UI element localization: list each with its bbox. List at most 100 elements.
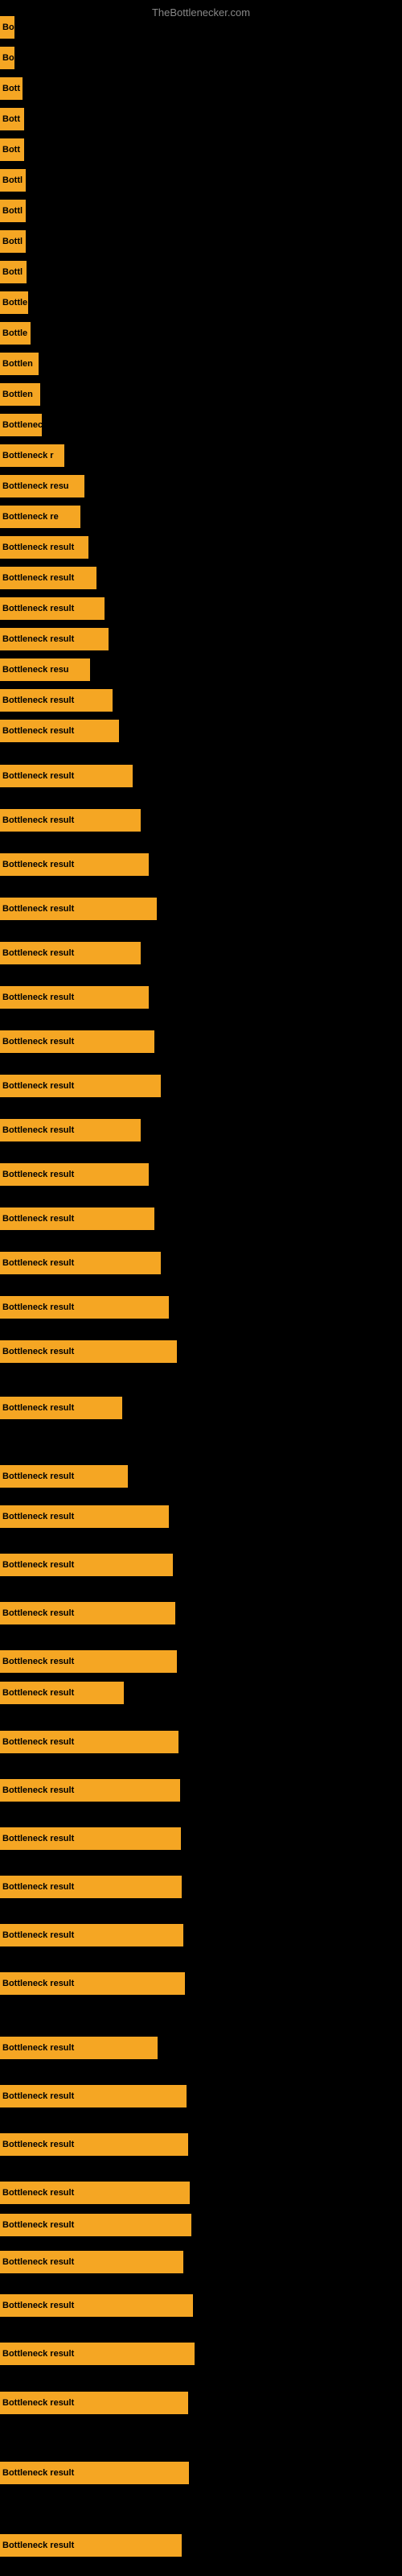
bar-row-11: Bottlen bbox=[0, 353, 39, 375]
bar-label-5: Bottl bbox=[0, 169, 26, 192]
bar-row-10: Bottle bbox=[0, 322, 31, 345]
bar-label-2: Bott bbox=[0, 77, 23, 100]
bar-label-55: Bottleneck result bbox=[0, 2214, 191, 2236]
bar-row-37: Bottleneck result bbox=[0, 1340, 177, 1363]
bar-label-40: Bottleneck result bbox=[0, 1505, 169, 1528]
bar-row-15: Bottleneck resu bbox=[0, 475, 84, 497]
bar-label-54: Bottleneck result bbox=[0, 2182, 190, 2204]
bar-row-8: Bottl bbox=[0, 261, 27, 283]
bar-label-37: Bottleneck result bbox=[0, 1340, 177, 1363]
bar-label-30: Bottleneck result bbox=[0, 1030, 154, 1053]
bar-label-9: Bottle bbox=[0, 291, 28, 314]
bar-row-40: Bottleneck result bbox=[0, 1505, 169, 1528]
bar-row-58: Bottleneck result bbox=[0, 2343, 195, 2365]
bar-label-6: Bottl bbox=[0, 200, 26, 222]
bar-label-50: Bottleneck result bbox=[0, 1972, 185, 1995]
bar-row-24: Bottleneck result bbox=[0, 765, 133, 787]
bar-row-19: Bottleneck result bbox=[0, 597, 105, 620]
bar-label-21: Bottleneck resu bbox=[0, 658, 90, 681]
bar-label-16: Bottleneck re bbox=[0, 506, 80, 528]
bar-label-60: Bottleneck result bbox=[0, 2462, 189, 2484]
bar-label-39: Bottleneck result bbox=[0, 1465, 128, 1488]
bar-row-61: Bottleneck result bbox=[0, 2534, 182, 2557]
bar-label-29: Bottleneck result bbox=[0, 986, 149, 1009]
bar-row-45: Bottleneck result bbox=[0, 1731, 178, 1753]
bar-label-35: Bottleneck result bbox=[0, 1252, 161, 1274]
bar-label-33: Bottleneck result bbox=[0, 1163, 149, 1186]
bar-row-57: Bottleneck result bbox=[0, 2294, 193, 2317]
bar-label-53: Bottleneck result bbox=[0, 2133, 188, 2156]
bar-row-30: Bottleneck result bbox=[0, 1030, 154, 1053]
bar-row-56: Bottleneck result bbox=[0, 2251, 183, 2273]
bar-row-48: Bottleneck result bbox=[0, 1876, 182, 1898]
bar-label-48: Bottleneck result bbox=[0, 1876, 182, 1898]
bar-label-61: Bottleneck result bbox=[0, 2534, 182, 2557]
bar-row-28: Bottleneck result bbox=[0, 942, 141, 964]
bar-row-18: Bottleneck result bbox=[0, 567, 96, 589]
bar-label-10: Bottle bbox=[0, 322, 31, 345]
bar-row-53: Bottleneck result bbox=[0, 2133, 188, 2156]
bar-row-47: Bottleneck result bbox=[0, 1827, 181, 1850]
bar-row-50: Bottleneck result bbox=[0, 1972, 185, 1995]
bar-row-51: Bottleneck result bbox=[0, 2037, 158, 2059]
bar-label-28: Bottleneck result bbox=[0, 942, 141, 964]
bar-label-59: Bottleneck result bbox=[0, 2392, 188, 2414]
bar-row-0: Bo bbox=[0, 16, 14, 39]
bar-label-22: Bottleneck result bbox=[0, 689, 113, 712]
bar-label-43: Bottleneck result bbox=[0, 1650, 177, 1673]
bar-label-0: Bo bbox=[0, 16, 14, 39]
bar-row-44: Bottleneck result bbox=[0, 1682, 124, 1704]
bar-label-38: Bottleneck result bbox=[0, 1397, 122, 1419]
bar-label-24: Bottleneck result bbox=[0, 765, 133, 787]
bar-row-43: Bottleneck result bbox=[0, 1650, 177, 1673]
bar-label-23: Bottleneck result bbox=[0, 720, 119, 742]
bar-row-49: Bottleneck result bbox=[0, 1924, 183, 1946]
bar-label-19: Bottleneck result bbox=[0, 597, 105, 620]
bar-label-46: Bottleneck result bbox=[0, 1779, 180, 1802]
bar-label-13: Bottlenec bbox=[0, 414, 42, 436]
site-title: TheBottlenecker.com bbox=[0, 0, 402, 22]
bar-label-1: Bo bbox=[0, 47, 14, 69]
bar-row-35: Bottleneck result bbox=[0, 1252, 161, 1274]
bar-label-26: Bottleneck result bbox=[0, 853, 149, 876]
bar-label-15: Bottleneck resu bbox=[0, 475, 84, 497]
bar-row-14: Bottleneck r bbox=[0, 444, 64, 467]
bar-row-23: Bottleneck result bbox=[0, 720, 119, 742]
bar-label-56: Bottleneck result bbox=[0, 2251, 183, 2273]
bar-row-1: Bo bbox=[0, 47, 14, 69]
bar-label-47: Bottleneck result bbox=[0, 1827, 181, 1850]
bar-row-13: Bottlenec bbox=[0, 414, 42, 436]
bar-row-9: Bottle bbox=[0, 291, 28, 314]
bar-row-54: Bottleneck result bbox=[0, 2182, 190, 2204]
bar-row-20: Bottleneck result bbox=[0, 628, 109, 650]
bar-row-26: Bottleneck result bbox=[0, 853, 149, 876]
bar-label-27: Bottleneck result bbox=[0, 898, 157, 920]
bar-label-3: Bott bbox=[0, 108, 24, 130]
bar-row-38: Bottleneck result bbox=[0, 1397, 122, 1419]
bar-row-17: Bottleneck result bbox=[0, 536, 88, 559]
bar-row-33: Bottleneck result bbox=[0, 1163, 149, 1186]
bar-row-7: Bottl bbox=[0, 230, 26, 253]
bar-label-12: Bottlen bbox=[0, 383, 40, 406]
bar-label-17: Bottleneck result bbox=[0, 536, 88, 559]
bar-row-34: Bottleneck result bbox=[0, 1208, 154, 1230]
bar-row-4: Bott bbox=[0, 138, 24, 161]
bar-row-29: Bottleneck result bbox=[0, 986, 149, 1009]
bar-label-11: Bottlen bbox=[0, 353, 39, 375]
bar-row-31: Bottleneck result bbox=[0, 1075, 161, 1097]
bar-label-32: Bottleneck result bbox=[0, 1119, 141, 1141]
bar-label-41: Bottleneck result bbox=[0, 1554, 173, 1576]
bar-label-20: Bottleneck result bbox=[0, 628, 109, 650]
bar-row-32: Bottleneck result bbox=[0, 1119, 141, 1141]
bar-row-22: Bottleneck result bbox=[0, 689, 113, 712]
bar-row-52: Bottleneck result bbox=[0, 2085, 187, 2107]
bar-row-27: Bottleneck result bbox=[0, 898, 157, 920]
bar-label-58: Bottleneck result bbox=[0, 2343, 195, 2365]
bar-label-4: Bott bbox=[0, 138, 24, 161]
bar-row-46: Bottleneck result bbox=[0, 1779, 180, 1802]
bar-row-12: Bottlen bbox=[0, 383, 40, 406]
bar-row-39: Bottleneck result bbox=[0, 1465, 128, 1488]
bar-row-3: Bott bbox=[0, 108, 24, 130]
bar-label-25: Bottleneck result bbox=[0, 809, 141, 832]
bar-row-41: Bottleneck result bbox=[0, 1554, 173, 1576]
